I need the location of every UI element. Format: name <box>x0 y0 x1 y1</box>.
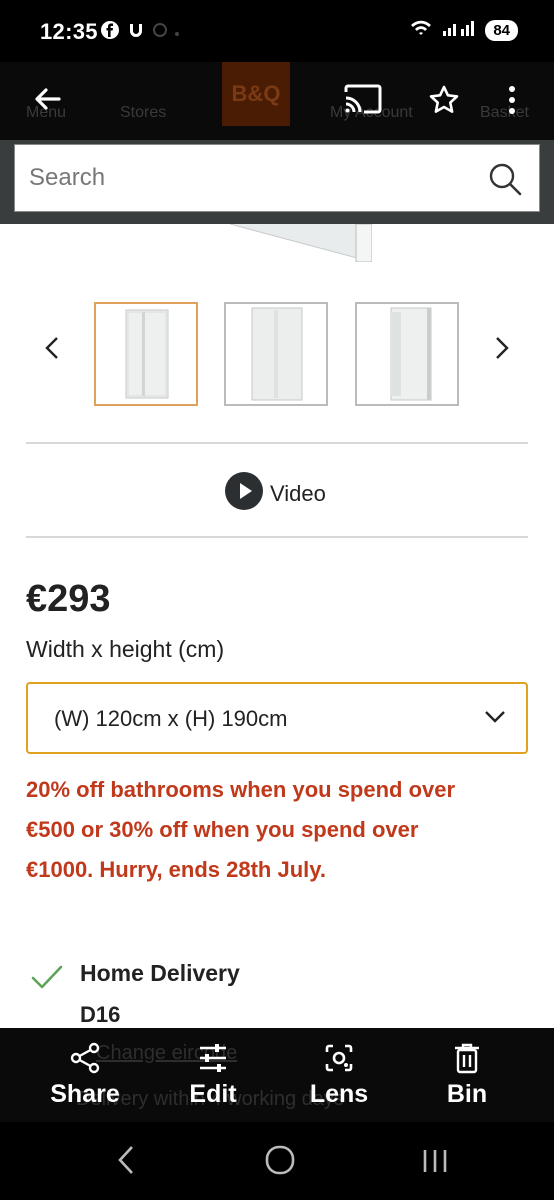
delivery-eircode: D16 <box>80 1002 121 1027</box>
signal-icon <box>441 19 477 42</box>
system-status: 84 <box>409 19 518 42</box>
edit-label: Edit <box>189 1080 237 1108</box>
cast-icon[interactable] <box>344 84 382 119</box>
bin-button[interactable]: Bin <box>412 1042 522 1109</box>
share-icon <box>30 1042 140 1074</box>
shower-door-thumb-icon <box>390 307 432 401</box>
thumbnail-2[interactable] <box>224 302 328 406</box>
thumbnail-1[interactable] <box>94 302 198 406</box>
video-button[interactable]: Video <box>224 471 326 516</box>
carousel-next-icon[interactable] <box>494 336 510 367</box>
edit-sliders-icon <box>158 1042 268 1074</box>
status-time: 12:35 <box>40 19 98 44</box>
search-box <box>14 144 540 212</box>
delivery-title: Home Delivery <box>80 960 240 986</box>
share-button[interactable]: Share <box>30 1042 140 1109</box>
lens-label: Lens <box>309 1080 369 1108</box>
thumbnail-3[interactable] <box>355 302 459 406</box>
ghost-basket-label: Basket <box>480 104 529 121</box>
ghost-logo: B&Q <box>222 62 290 126</box>
product-price: €293 <box>26 578 111 620</box>
wifi-icon <box>409 19 433 42</box>
promo-line-2: €500 or 30% off when you spend over <box>26 817 419 842</box>
size-select[interactable]: (W) 120cm x (H) 190cm <box>26 682 528 754</box>
app-notification-icon <box>126 20 146 45</box>
image-carousel <box>0 302 554 408</box>
bin-label: Bin <box>446 1080 488 1108</box>
back-arrow-icon[interactable] <box>32 84 62 119</box>
more-vert-icon[interactable] <box>506 84 518 121</box>
nav-recents-icon[interactable] <box>420 1144 450 1181</box>
search-bar-container <box>0 140 554 224</box>
shower-door-thumb-icon <box>125 309 169 399</box>
share-label: Share <box>50 1080 120 1108</box>
nav-home-icon[interactable] <box>264 1144 296 1181</box>
app-header: Menu Stores B&Q My Account Basket <box>0 62 554 140</box>
edit-button[interactable]: Edit <box>158 1042 268 1109</box>
notification-icons <box>100 20 180 45</box>
video-label: Video <box>270 480 326 506</box>
play-icon <box>224 471 264 516</box>
system-nav-bar <box>0 1122 554 1200</box>
ghost-stores-label: Stores <box>120 104 167 121</box>
product-main-image <box>230 224 372 262</box>
promo-line-1: 20% off bathrooms when you spend over <box>26 777 456 802</box>
trash-icon <box>412 1042 522 1074</box>
status-bar: 12:35 84 <box>0 0 554 62</box>
divider <box>26 536 528 538</box>
nav-back-icon[interactable] <box>116 1144 136 1181</box>
size-label: Width x height (cm) <box>26 636 225 662</box>
size-select-value: (W) 120cm x (H) 190cm <box>54 706 288 731</box>
lens-icon <box>284 1042 394 1074</box>
chevron-down-icon <box>484 710 506 729</box>
ghost-logo-text: B&Q <box>231 81 281 106</box>
divider <box>26 442 528 444</box>
search-icon[interactable] <box>487 161 523 202</box>
search-input[interactable] <box>15 145 455 211</box>
star-icon[interactable] <box>428 84 460 121</box>
gallery-action-bar: Change eircode Delivery within 4 working… <box>0 1028 554 1122</box>
battery-indicator: 84 <box>485 20 518 41</box>
shower-door-thumb-icon <box>251 307 303 401</box>
product-page: Video €293 Width x height (cm) (W) 120cm… <box>0 224 554 1028</box>
dot-icon <box>174 24 180 42</box>
check-icon <box>30 964 64 995</box>
promo-message: 20% off bathrooms when you spend over €5… <box>26 770 536 890</box>
carousel-prev-icon[interactable] <box>44 336 60 367</box>
facebook-icon <box>100 20 120 45</box>
lens-button[interactable]: Lens <box>284 1042 394 1109</box>
settings-small-icon <box>152 22 168 43</box>
promo-line-3: €1000. Hurry, ends 28th July. <box>26 857 326 882</box>
